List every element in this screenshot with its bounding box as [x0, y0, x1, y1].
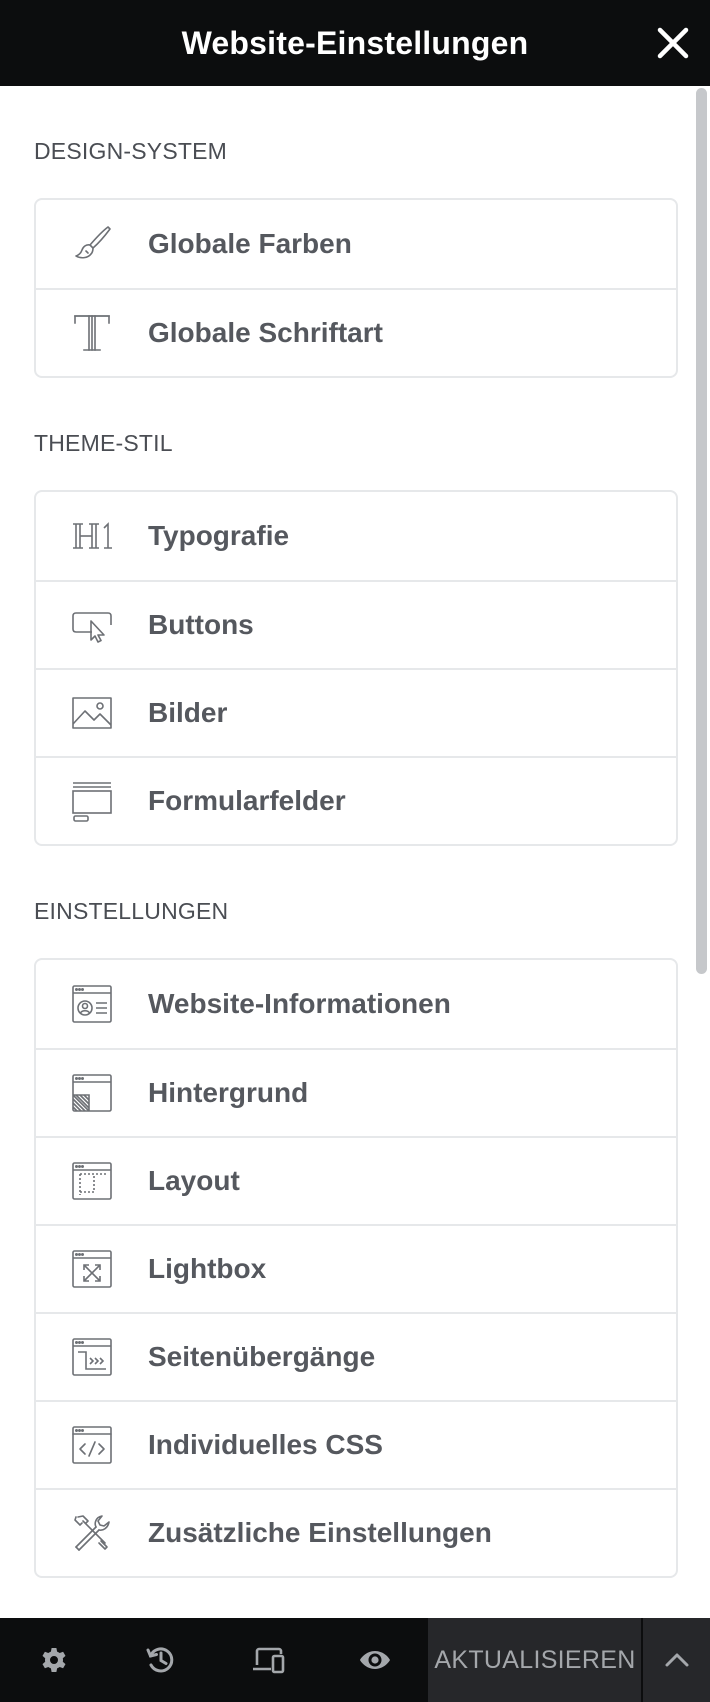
- menu-item-label: Hintergrund: [148, 1077, 309, 1108]
- menu-item-background[interactable]: Hintergrund: [36, 1048, 676, 1136]
- typeface-icon: [70, 311, 114, 355]
- responsive-devices-icon: [252, 1647, 284, 1674]
- menu-item-label: Website-Informationen: [148, 988, 451, 1019]
- page-transitions-icon: [70, 1335, 114, 1379]
- close-button[interactable]: [650, 20, 696, 66]
- panel-footer: AKTUALISIEREN: [0, 1618, 710, 1702]
- custom-css-icon: [70, 1423, 114, 1467]
- menu-item-label: Seitenübergänge: [148, 1341, 376, 1372]
- section-title-settings: EINSTELLUNGEN: [34, 898, 229, 924]
- heading-h1-icon: [70, 514, 114, 558]
- menu-item-label: Buttons: [148, 609, 254, 640]
- close-icon: [657, 27, 689, 59]
- responsive-mode-button[interactable]: [214, 1618, 321, 1702]
- menu-item-label: Globale Schriftart: [148, 317, 383, 348]
- menu-item-layout[interactable]: Layout: [36, 1136, 676, 1224]
- menu-item-label: Lightbox: [148, 1253, 267, 1284]
- background-icon: [70, 1071, 114, 1115]
- history-button[interactable]: [107, 1618, 214, 1702]
- button-cursor-icon: [70, 603, 114, 647]
- gear-icon: [42, 1648, 65, 1672]
- menu-item-additional-settings[interactable]: Zusätzliche Einstellungen: [36, 1488, 676, 1576]
- section-title-design-system: DESIGN-SYSTEM: [34, 138, 228, 164]
- menu-item-label: Individuelles CSS: [148, 1429, 383, 1460]
- menu-item-label: Typografie: [148, 520, 290, 551]
- brush-icon: [70, 222, 114, 266]
- site-identity-icon: [70, 982, 114, 1026]
- preview-button[interactable]: [321, 1618, 428, 1702]
- scrollbar[interactable]: [692, 86, 710, 1618]
- eye-icon: [359, 1651, 390, 1669]
- menu-item-label: Bilder: [148, 697, 228, 728]
- scrollbar-thumb[interactable]: [696, 88, 707, 974]
- save-options-button[interactable]: [643, 1618, 710, 1702]
- panel-header: Website-Einstellungen: [0, 0, 710, 86]
- card-theme-style: Typografie Buttons Bilder Formularfelder: [34, 490, 678, 846]
- settings-button[interactable]: [0, 1618, 107, 1702]
- menu-item-label: Layout: [148, 1165, 240, 1196]
- menu-item-label: Formularfelder: [148, 785, 346, 816]
- menu-item-page-transitions[interactable]: Seitenübergänge: [36, 1312, 676, 1400]
- chevron-up-icon: [665, 1653, 688, 1667]
- menu-item-custom-css[interactable]: Individuelles CSS: [36, 1400, 676, 1488]
- menu-item-label: Zusätzliche Einstellungen: [148, 1517, 492, 1548]
- panel-title: Website-Einstellungen: [181, 24, 529, 61]
- menu-item-global-colors[interactable]: Globale Farben: [36, 200, 676, 288]
- menu-item-site-identity[interactable]: Website-Informationen: [36, 960, 676, 1048]
- tools-icon: [70, 1511, 114, 1555]
- menu-item-form-fields[interactable]: Formularfelder: [36, 756, 676, 844]
- settings-content: DESIGN-SYSTEM Globale Farben Globale Sch…: [0, 86, 710, 1618]
- card-settings: Website-Informationen Hintergrund Layout…: [34, 958, 678, 1578]
- menu-item-typography[interactable]: Typografie: [36, 492, 676, 580]
- layout-icon: [70, 1159, 114, 1203]
- lightbox-icon: [70, 1247, 114, 1291]
- form-fields-icon: [70, 779, 114, 823]
- image-icon: [70, 691, 114, 735]
- menu-item-lightbox[interactable]: Lightbox: [36, 1224, 676, 1312]
- menu-item-buttons[interactable]: Buttons: [36, 580, 676, 668]
- section-title-theme-style: THEME-STIL: [34, 430, 173, 456]
- menu-item-label: Globale Farben: [148, 228, 352, 259]
- card-design-system: Globale Farben Globale Schriftart: [34, 198, 678, 378]
- history-icon: [146, 1647, 173, 1673]
- menu-item-global-fonts[interactable]: Globale Schriftart: [36, 288, 676, 376]
- menu-item-images[interactable]: Bilder: [36, 668, 676, 756]
- update-button[interactable]: AKTUALISIEREN: [428, 1618, 642, 1702]
